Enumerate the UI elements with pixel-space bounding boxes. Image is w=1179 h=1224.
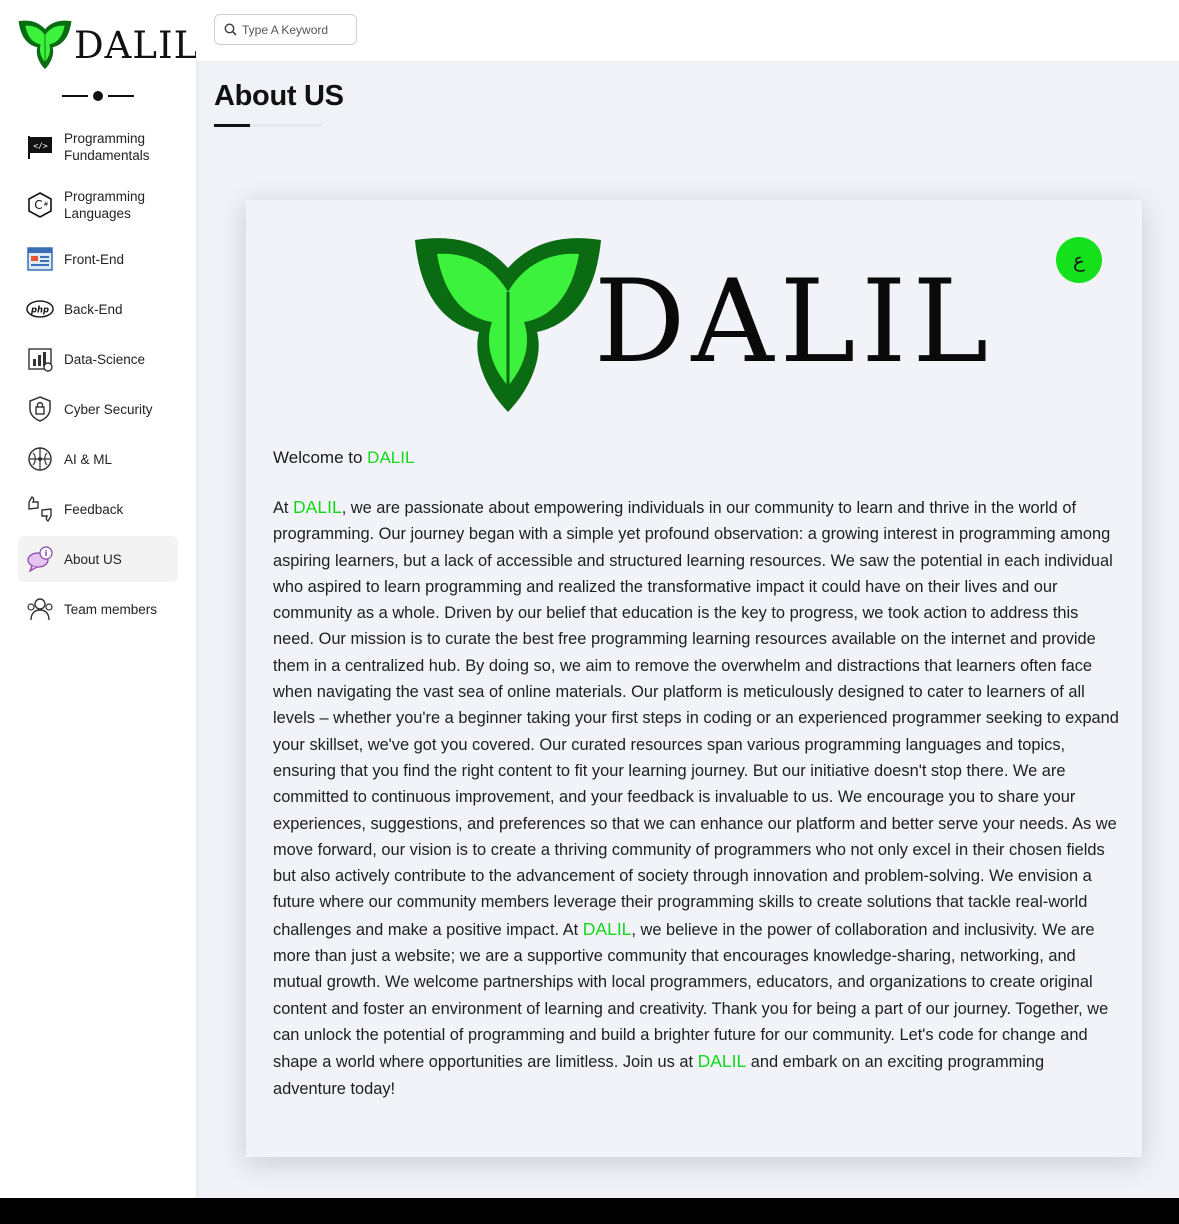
sidebar: DALIL </> Programming Fundamentals C # Pr… (0, 0, 199, 1198)
sidebar-item-label: About US (64, 551, 122, 567)
sidebar-item-label: Programming Fundamentals (64, 131, 150, 163)
topbar (196, 0, 1179, 61)
about-brand-mention: DALIL (293, 497, 342, 517)
shield-icon (26, 395, 54, 423)
sidebar-item-front-end[interactable]: Front-End (18, 236, 178, 282)
sidebar-item-label: Team members (64, 601, 158, 617)
sidebar-item-cyber-security[interactable]: Cyber Security (18, 386, 178, 432)
page-title: About US (214, 80, 344, 112)
about-brand-mention: DALIL (697, 1051, 747, 1072)
sidebar-logo-text: DALIL (74, 23, 200, 67)
svg-text:</>: </> (33, 142, 48, 151)
bottom-bar (0, 1198, 1179, 1224)
dalil-logo-icon (415, 238, 601, 412)
sidebar-item-about-us[interactable]: i About US (18, 536, 178, 582)
about-logo (412, 234, 604, 419)
svg-text:C: C (34, 198, 42, 212)
sidebar-item-data-science[interactable]: Data-Science (18, 336, 178, 382)
sidebar-item-back-end[interactable]: php Back-End (18, 286, 178, 332)
logo-divider (62, 89, 134, 103)
browser-window-icon (26, 245, 54, 273)
info-bubble-icon: i (26, 545, 54, 573)
language-toggle-button[interactable]: ع (1056, 237, 1102, 283)
sidebar-item-label: Feedback (64, 501, 124, 517)
sidebar-item-feedback[interactable]: Feedback (18, 486, 178, 532)
about-brand-mention: DALIL (582, 918, 632, 939)
about-text-part: At (273, 499, 294, 517)
sidebar-item-label: Cyber Security (64, 401, 153, 417)
welcome-brand: DALIL (367, 448, 415, 467)
sidebar-item-programming-fundamentals[interactable]: </> Programming Fundamentals (18, 120, 178, 174)
sidebar-nav: </> Programming Fundamentals C # Programm… (18, 120, 178, 636)
team-icon (26, 595, 54, 623)
sidebar-item-label: Front-End (64, 251, 125, 267)
csharp-icon: C # (26, 191, 54, 219)
svg-text:#: # (43, 201, 48, 208)
search-input[interactable] (242, 22, 342, 37)
sidebar-item-label: AI & ML (64, 451, 113, 467)
sidebar-item-label: Data-Science (64, 351, 146, 367)
welcome-heading: Welcome to DALIL (273, 448, 414, 468)
code-flag-icon: </> (26, 133, 54, 161)
about-text-part: , we believe in the power of collaborati… (273, 920, 1109, 1072)
sidebar-item-programming-languages[interactable]: C # Programming Languages (18, 178, 178, 232)
search-icon (224, 23, 237, 36)
search-box[interactable] (214, 14, 357, 45)
dalil-logo-icon (18, 20, 72, 70)
sidebar-item-label: Programming Languages (64, 189, 146, 221)
data-chart-icon (26, 345, 54, 373)
thumbs-icon (26, 495, 54, 523)
sidebar-item-team-members[interactable]: Team members (18, 586, 178, 632)
about-paragraph: At DALIL, we are passionate about empowe… (273, 494, 1119, 1102)
title-underline (214, 124, 322, 127)
about-text-part: , we are passionate about empowering ind… (273, 499, 1119, 939)
welcome-prefix: Welcome to (273, 448, 368, 467)
about-logo-text: DALIL (594, 255, 995, 388)
sidebar-item-label: Back-End (64, 301, 123, 317)
sidebar-item-ai-ml[interactable]: AI & ML (18, 436, 178, 482)
sidebar-logo[interactable]: DALIL (18, 16, 199, 74)
php-icon: php (26, 295, 54, 323)
brain-circuit-icon (26, 445, 54, 473)
svg-text:i: i (45, 549, 48, 558)
svg-text:php: php (30, 304, 49, 314)
